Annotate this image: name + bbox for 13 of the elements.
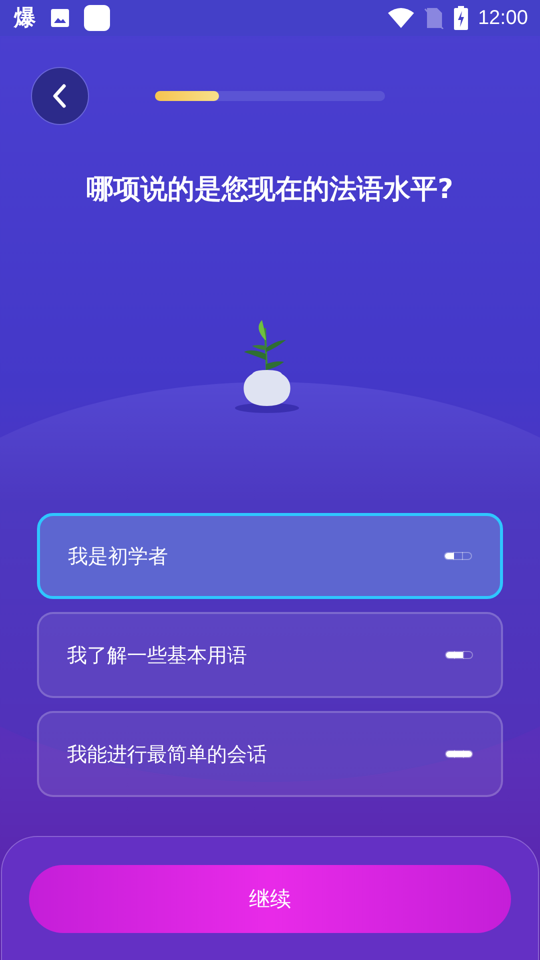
- wifi-icon: [388, 7, 414, 29]
- app-notification-glyph: 爆: [14, 5, 36, 33]
- continue-button[interactable]: 继续: [29, 865, 511, 933]
- square-app-icon: [84, 5, 110, 31]
- level-option[interactable]: 我了解一些基本用语: [37, 612, 503, 698]
- question-title: 哪项说的是您现在的法语水平?: [86, 173, 454, 207]
- level-option[interactable]: 我能进行最简单的会话: [37, 711, 503, 797]
- battery-charging-icon: [454, 6, 468, 30]
- back-chevron-icon: [52, 83, 68, 109]
- image-icon: [50, 8, 70, 28]
- level-option[interactable]: 我是初学者: [37, 513, 503, 599]
- clock-time: 12:00: [478, 6, 528, 30]
- no-sim-icon: [424, 7, 444, 29]
